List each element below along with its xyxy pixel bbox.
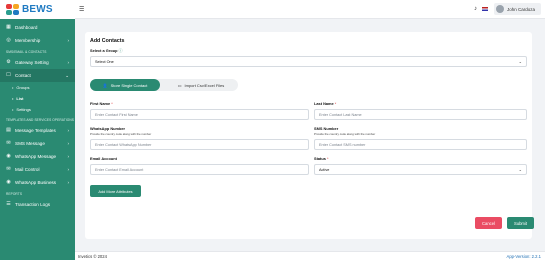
chevron-right-icon: › (67, 180, 70, 185)
add-contacts-card: Add Contacts Select a Group ⓘ Select One… (85, 32, 532, 239)
sidebar: BEWS ▦ Dashboard ◎ Membership › SMS/EMAI… (0, 0, 75, 260)
chevron-right-icon: › (67, 38, 70, 43)
gateway-icon: ⚙ (6, 59, 11, 65)
sms-icon: ✉ (6, 140, 11, 146)
sidebar-subitem-list[interactable]: • List (0, 93, 75, 104)
chevron-right-icon: › (67, 167, 70, 172)
sms-number-input[interactable]: Enter Contact SMS number (314, 139, 527, 150)
chevron-down-icon: ⌄ (65, 72, 69, 78)
email-input[interactable]: Enter Contact Email Account (90, 164, 309, 175)
user-name: John Cardoza (506, 6, 535, 12)
first-name-input[interactable]: Enter Contact First Name (90, 109, 309, 120)
section-reports: REPORTS (6, 191, 23, 196)
chevron-right-icon: › (67, 154, 70, 159)
sidebar-item-message-templates[interactable]: ▤ Message Templates › (0, 124, 75, 137)
tiktok-icon[interactable]: ♪ (474, 6, 477, 12)
section-templates: TEMPLATES AND SERVICES OPERATIONS (6, 117, 74, 122)
sms-hint: Provide the country code along with the … (314, 132, 376, 136)
logo-mark-icon (6, 3, 20, 16)
logs-icon: ☰ (6, 201, 11, 207)
first-name-label: First Name * (90, 101, 113, 106)
bullet-icon: • (12, 107, 14, 112)
sms-label: SMS Number (314, 126, 339, 131)
sidebar-item-dashboard[interactable]: ▦ Dashboard (0, 21, 75, 34)
sidebar-item-sms-message[interactable]: ✉ SMS Message › (0, 137, 75, 150)
whatsapp-hint: Provide the country code along with the … (90, 132, 152, 136)
cancel-button[interactable]: Cancel (475, 217, 502, 229)
section-sms-email: SMS/EMAIL & CONTACTS (6, 49, 47, 54)
page-title: Add Contacts (90, 38, 125, 44)
add-more-attributes-button[interactable]: Add More Attributes (90, 185, 141, 197)
app-version: App-Version: 2.2.1 (506, 254, 541, 259)
contact-icon: ☐ (6, 72, 11, 78)
chevron-right-icon: › (67, 128, 70, 133)
sidebar-item-membership[interactable]: ◎ Membership › (0, 34, 75, 47)
hamburger-menu-icon[interactable]: ☰ (79, 6, 84, 13)
dashboard-icon: ▦ (6, 24, 11, 30)
whatsapp-number-input[interactable]: Enter Contact WhatsApp Number (90, 139, 309, 150)
whatsapp-label: WhatsApp Number (90, 126, 126, 131)
status-select[interactable]: Active ⌄ (314, 164, 527, 175)
group-label: Select a Group ⓘ (90, 48, 123, 53)
sidebar-subitem-settings[interactable]: • Settings (0, 104, 75, 115)
user-plus-icon: 👤 (102, 82, 108, 88)
chevron-right-icon: › (67, 60, 70, 65)
file-icon: ▭ (177, 82, 182, 88)
submit-button[interactable]: Submit (507, 217, 534, 229)
copyright: Invetics © 2024 (78, 254, 107, 259)
last-name-label: Last Name * (314, 101, 337, 106)
user-menu[interactable]: John Cardoza (493, 3, 541, 15)
footer: Invetics © 2024 App-Version: 2.2.1 (75, 251, 545, 260)
sidebar-item-whatsapp-message[interactable]: ◉ WhatsApp Message › (0, 150, 75, 163)
status-label: Status * (314, 156, 329, 161)
sidebar-item-gateway[interactable]: ⚙ Gateway Setting › (0, 56, 75, 69)
membership-icon: ◎ (6, 37, 11, 43)
top-bar: ☰ ♪ John Cardoza (75, 0, 545, 19)
email-label: Email Account (90, 156, 117, 161)
language-flag-icon[interactable] (481, 7, 488, 11)
logo[interactable]: BEWS (0, 0, 75, 19)
chevron-down-icon: ⌄ (518, 59, 522, 64)
avatar (495, 5, 504, 13)
whatsapp-business-icon: ◉ (6, 179, 11, 185)
group-select[interactable]: Select One ⌄ (90, 56, 527, 67)
sidebar-subitem-groups[interactable]: • Groups (0, 82, 75, 93)
chevron-right-icon: › (67, 141, 70, 146)
mail-icon: ✉ (6, 166, 11, 172)
bullet-icon: • (12, 96, 14, 101)
logo-text: BEWS (22, 4, 53, 15)
sidebar-item-transaction-logs[interactable]: ☰ Transaction Logs (0, 198, 75, 211)
info-icon: ⓘ (118, 48, 123, 53)
whatsapp-icon: ◉ (6, 153, 11, 159)
tab-store-single[interactable]: 👤 Store Single Contact (90, 79, 160, 91)
bullet-icon: • (12, 85, 14, 90)
sidebar-item-contact[interactable]: ☐ Contact ⌄ (0, 69, 75, 82)
sidebar-item-mail-control[interactable]: ✉ Mail Control › (0, 163, 75, 176)
sidebar-item-whatsapp-business[interactable]: ◉ WhatsApp Business › (0, 176, 75, 189)
chevron-down-icon: ⌄ (518, 167, 522, 172)
tab-import-file[interactable]: ▭ Import Csv/Excel Files (164, 79, 238, 91)
last-name-input[interactable]: Enter Contact Last Name (314, 109, 527, 120)
contact-mode-tabs: 👤 Store Single Contact ▭ Import Csv/Exce… (90, 79, 238, 91)
template-icon: ▤ (6, 127, 11, 133)
